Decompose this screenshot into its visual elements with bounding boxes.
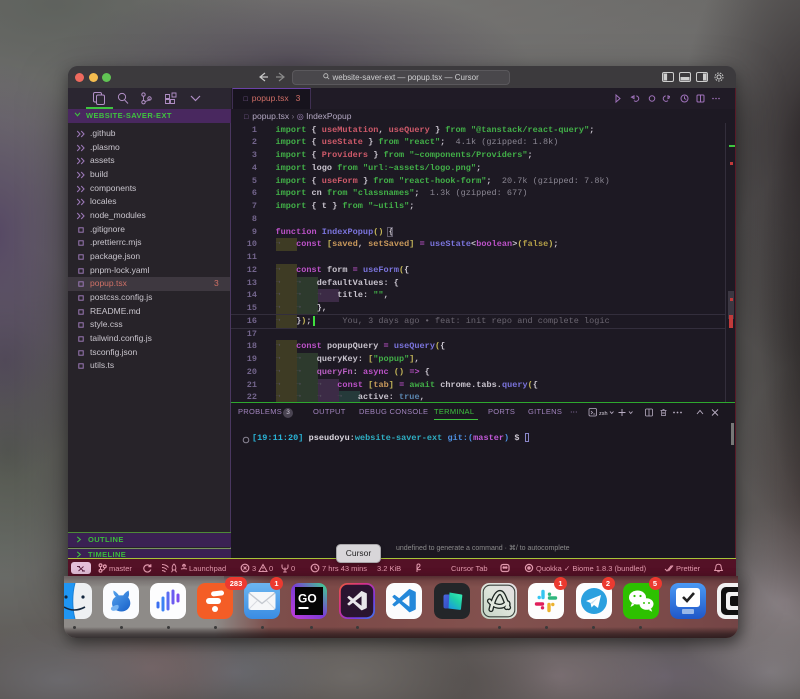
svg-text:GO: GO — [298, 592, 317, 606]
svg-text:zsh: zsh — [599, 411, 608, 417]
